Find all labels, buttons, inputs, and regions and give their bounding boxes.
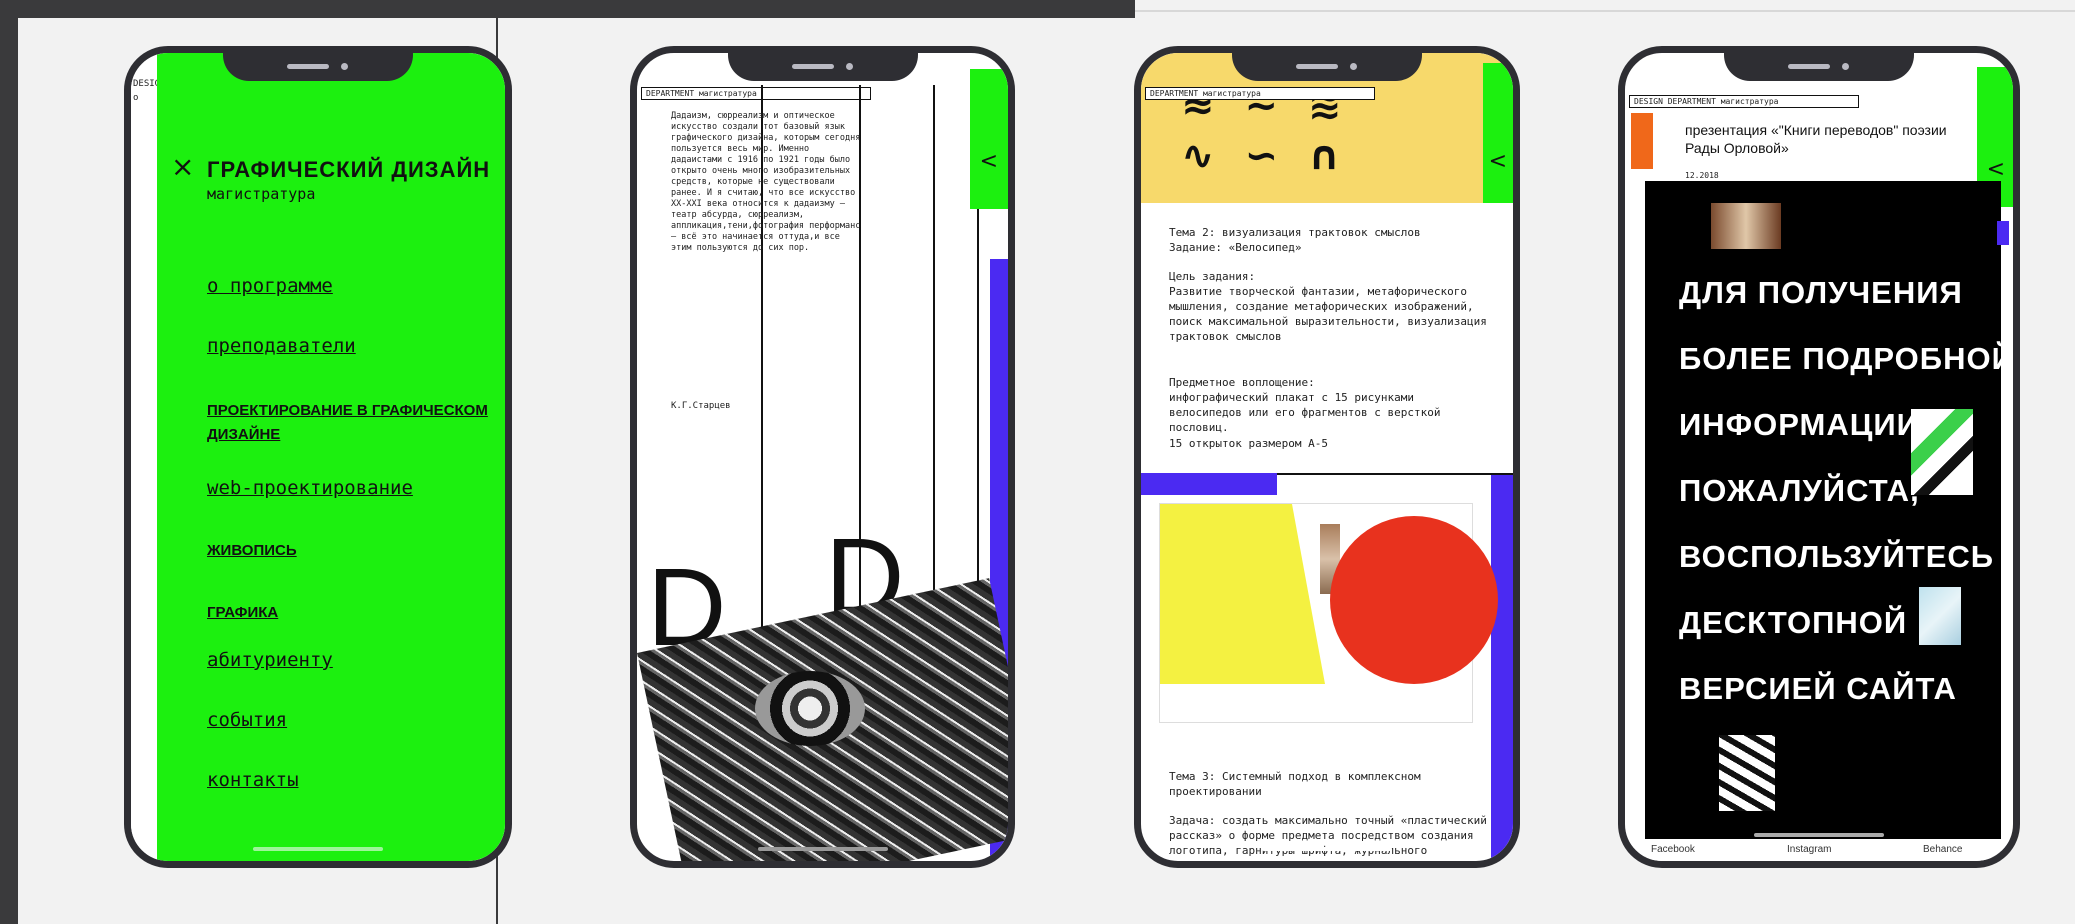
phone-dada: DEPARTMENT магистратура < Дадаизм, сюрре… — [630, 46, 1015, 868]
site-header: DEPARTMENT магистратура — [1145, 87, 1375, 100]
cards-text: 15 открыток размером А-5 — [1169, 437, 1328, 450]
menu-item-teachers[interactable]: преподаватели — [207, 335, 356, 357]
phone-desktop-notice: DESIGN DEPARTMENT магистратура < презент… — [1618, 46, 2020, 868]
goal-text: Развитие творческой фантазии, метафориче… — [1169, 285, 1487, 343]
phone-menu: DESIG o × ГРАФИЧЕСКИЙ ДИЗАЙН магистратур… — [124, 46, 512, 868]
topic2-task: Задание: «Велосипед» — [1169, 241, 1302, 254]
close-icon[interactable]: × — [171, 153, 194, 181]
top-divider — [1135, 10, 2075, 12]
blue-stripe — [1491, 475, 1513, 861]
orange-tab — [1631, 113, 1653, 169]
menu-item-graphic-design[interactable]: ПРОЕКТИРОВАНИЕ В ГРАФИЧЕСКОМ ДИЗАЙНЕ — [207, 399, 497, 447]
phone-notch — [1232, 53, 1422, 81]
green-tab — [970, 69, 1008, 209]
back-arrow-icon[interactable]: < — [980, 149, 998, 174]
site-header: DEPARTMENT магистратура — [641, 87, 871, 100]
notice-line: ВЕРСИЕЙ САЙТА — [1679, 671, 1957, 706]
home-indicator — [1754, 833, 1884, 837]
system-poster-image — [1159, 503, 1498, 723]
quote-author: К.Г.Старцев — [671, 401, 731, 411]
notice-line: ПОЖАЛУЙСТА, — [1679, 473, 1920, 508]
footer-link-behance[interactable]: Behance — [1923, 844, 1962, 855]
notice-line: ВОСПОЛЬЗУЙТЕСЬ — [1679, 539, 1995, 574]
result-label: Предметное воплощение: — [1169, 376, 1315, 389]
menu-item-about[interactable]: о программе — [207, 275, 333, 297]
squiggle-graphic: ∿ ∽ ∩ — [1181, 133, 1349, 179]
notice-line: ДЛЯ ПОЛУЧЕНИЯ — [1679, 275, 1963, 310]
background-page-strip: DESIG o — [131, 53, 160, 861]
result-text: инфографический плакат с 15 рисунками ве… — [1169, 391, 1441, 434]
menu-item-painting[interactable]: ЖИВОПИСЬ — [207, 539, 297, 563]
footer-link-instagram[interactable]: Instagram — [1787, 844, 1831, 855]
event-caption: презентация «"Книги переводов" поэзии Ра… — [1685, 122, 1947, 156]
notice-line: ИНФОРМАЦИИ, — [1679, 407, 1930, 442]
menu-title: ГРАФИЧЕСКИЙ ДИЗАЙН — [207, 157, 491, 182]
blue-bar — [1141, 473, 1277, 495]
menu-item-web[interactable]: web-проектирование — [207, 477, 413, 499]
notice-line: ДЕСКТОПНОЙ — [1679, 605, 1908, 640]
phone-notch — [727, 53, 918, 81]
menu-item-applicants[interactable]: абитуриенту — [207, 649, 333, 671]
phone-notch — [223, 53, 413, 81]
home-indicator — [1262, 847, 1392, 851]
footer-bar: Facebook Instagram Behance — [1625, 839, 2013, 861]
goal-label: Цель задания: — [1169, 270, 1256, 283]
top-frame — [0, 0, 1135, 18]
notice-line: БОЛЕЕ ПОДРОБНОЙ — [1679, 341, 2015, 376]
blue-marker — [1997, 221, 2009, 245]
home-indicator — [757, 847, 888, 851]
topic3-task: Задача: создать максимально точный «плас… — [1169, 814, 1487, 868]
photo-thumbnail — [1711, 203, 1781, 249]
menu-item-contacts[interactable]: контакты — [207, 769, 299, 791]
menu-subtitle: магистратура — [207, 185, 316, 203]
poster-thumbnail — [1911, 409, 1973, 495]
collage-plate-image — [755, 671, 865, 746]
footer-link-facebook[interactable]: Facebook — [1651, 844, 1695, 855]
home-indicator — [253, 847, 383, 851]
menu-item-graphics[interactable]: ГРАФИКА — [207, 601, 278, 625]
left-frame — [0, 0, 18, 924]
phone-notch — [1724, 53, 1914, 81]
yellow-shape — [1160, 504, 1325, 684]
topic3-title: Тема 3: Системный подход в комплексном п… — [1169, 770, 1421, 798]
event-date: 12.2018 — [1685, 171, 1719, 180]
back-arrow-icon[interactable]: < — [1987, 157, 2005, 182]
strip-text: o — [133, 93, 139, 103]
phone-projects: ≈ ~ ≋ ∿ ∽ ∩ DEPARTMENT магистратура < Те… — [1134, 46, 1520, 868]
quote-text: Дадаизм, сюрреализм и оптическое искусст… — [671, 111, 861, 253]
menu-item-events[interactable]: события — [207, 709, 287, 731]
back-arrow-icon[interactable]: < — [1489, 149, 1507, 174]
poster-thumbnail — [1919, 587, 1961, 645]
topic2-title: Тема 2: визуализация трактовок смыслов — [1169, 226, 1421, 239]
site-header: DESIGN DEPARTMENT магистратура — [1629, 95, 1859, 108]
poster-thumbnail — [1719, 735, 1775, 811]
red-circle — [1330, 516, 1498, 684]
green-tab — [1483, 63, 1513, 203]
